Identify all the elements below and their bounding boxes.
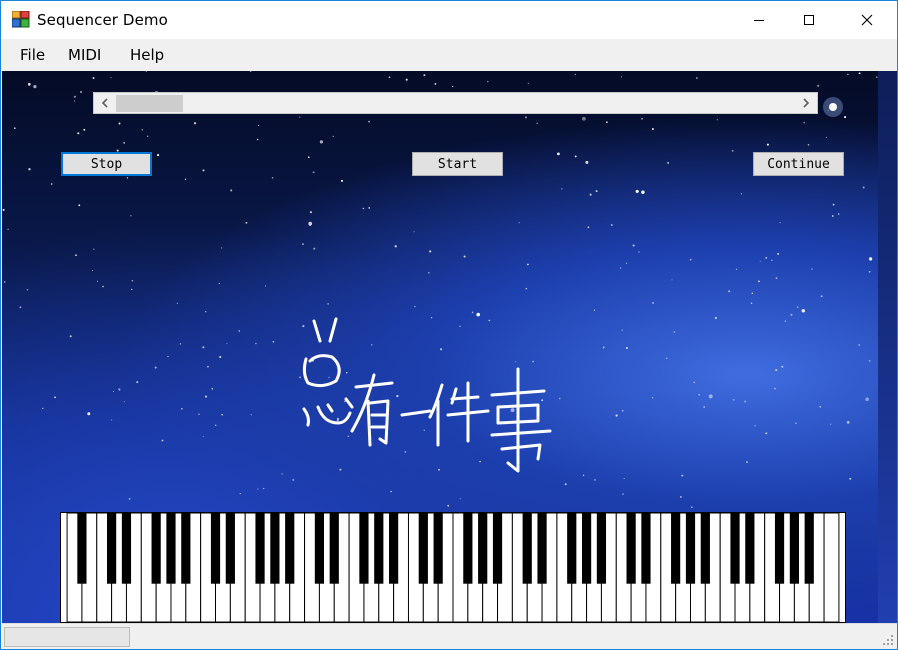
black-key[interactable] bbox=[166, 513, 176, 584]
scroll-thumb[interactable] bbox=[116, 95, 183, 112]
continue-button[interactable]: Continue bbox=[753, 152, 844, 176]
maximize-button[interactable] bbox=[786, 1, 832, 39]
app-window: Sequencer Demo File MIDI Help Stop Start bbox=[0, 0, 898, 650]
handwritten-text-image bbox=[302, 317, 552, 473]
black-key[interactable] bbox=[789, 513, 799, 584]
black-key[interactable] bbox=[522, 513, 532, 584]
scroll-right-button[interactable] bbox=[797, 94, 815, 112]
black-key[interactable] bbox=[374, 513, 384, 584]
scroll-left-button[interactable] bbox=[96, 94, 114, 112]
app-icon bbox=[11, 10, 30, 28]
resize-grip-icon[interactable] bbox=[882, 634, 894, 646]
starfield-background: Stop Start Continue bbox=[2, 71, 878, 623]
black-key[interactable] bbox=[359, 513, 369, 584]
black-key[interactable] bbox=[671, 513, 681, 584]
menu-bar: File MIDI Help bbox=[1, 39, 897, 71]
start-button[interactable]: Start bbox=[412, 152, 503, 176]
white-key[interactable] bbox=[823, 513, 840, 622]
black-key[interactable] bbox=[329, 513, 339, 584]
black-key[interactable] bbox=[685, 513, 696, 584]
status-bar bbox=[1, 623, 897, 649]
black-key[interactable] bbox=[804, 513, 814, 584]
black-key[interactable] bbox=[581, 513, 592, 584]
black-key[interactable] bbox=[478, 513, 488, 584]
black-key[interactable] bbox=[774, 513, 785, 584]
black-key[interactable] bbox=[270, 513, 280, 584]
menu-help[interactable]: Help bbox=[130, 46, 164, 64]
minimize-button[interactable] bbox=[736, 1, 782, 39]
piano-keyboard[interactable] bbox=[60, 512, 846, 623]
black-key[interactable] bbox=[210, 513, 221, 584]
black-key[interactable] bbox=[225, 513, 235, 584]
black-key[interactable] bbox=[641, 513, 651, 584]
close-button[interactable] bbox=[844, 1, 890, 39]
black-key[interactable] bbox=[730, 513, 740, 584]
black-key[interactable] bbox=[151, 513, 161, 584]
chevron-left-icon bbox=[101, 98, 108, 108]
right-edge-background bbox=[878, 71, 897, 623]
status-panel bbox=[4, 627, 130, 647]
window-title: Sequencer Demo bbox=[37, 11, 168, 29]
close-icon bbox=[861, 14, 873, 26]
black-key[interactable] bbox=[389, 513, 399, 584]
black-key[interactable] bbox=[121, 513, 132, 584]
black-key[interactable] bbox=[700, 513, 710, 584]
minimize-icon bbox=[754, 20, 764, 21]
black-key[interactable] bbox=[537, 513, 547, 584]
black-key[interactable] bbox=[255, 513, 265, 584]
black-key[interactable] bbox=[745, 513, 755, 584]
black-key[interactable] bbox=[107, 513, 117, 584]
menu-midi[interactable]: MIDI bbox=[68, 46, 101, 64]
black-key[interactable] bbox=[285, 513, 295, 584]
black-key[interactable] bbox=[626, 513, 636, 584]
black-key[interactable] bbox=[492, 513, 503, 584]
black-key[interactable] bbox=[463, 513, 473, 584]
menu-file[interactable]: File bbox=[20, 46, 45, 64]
black-key[interactable] bbox=[418, 513, 428, 584]
black-key[interactable] bbox=[181, 513, 191, 584]
stop-button[interactable]: Stop bbox=[61, 152, 152, 176]
chevron-right-icon bbox=[803, 98, 810, 108]
black-key[interactable] bbox=[433, 513, 443, 584]
black-key[interactable] bbox=[567, 513, 577, 584]
black-key[interactable] bbox=[314, 513, 325, 584]
maximize-icon bbox=[804, 15, 814, 25]
black-key[interactable] bbox=[596, 513, 607, 584]
title-bar[interactable]: Sequencer Demo bbox=[1, 1, 897, 39]
position-scrollbar[interactable] bbox=[93, 92, 818, 114]
black-key[interactable] bbox=[77, 513, 87, 584]
